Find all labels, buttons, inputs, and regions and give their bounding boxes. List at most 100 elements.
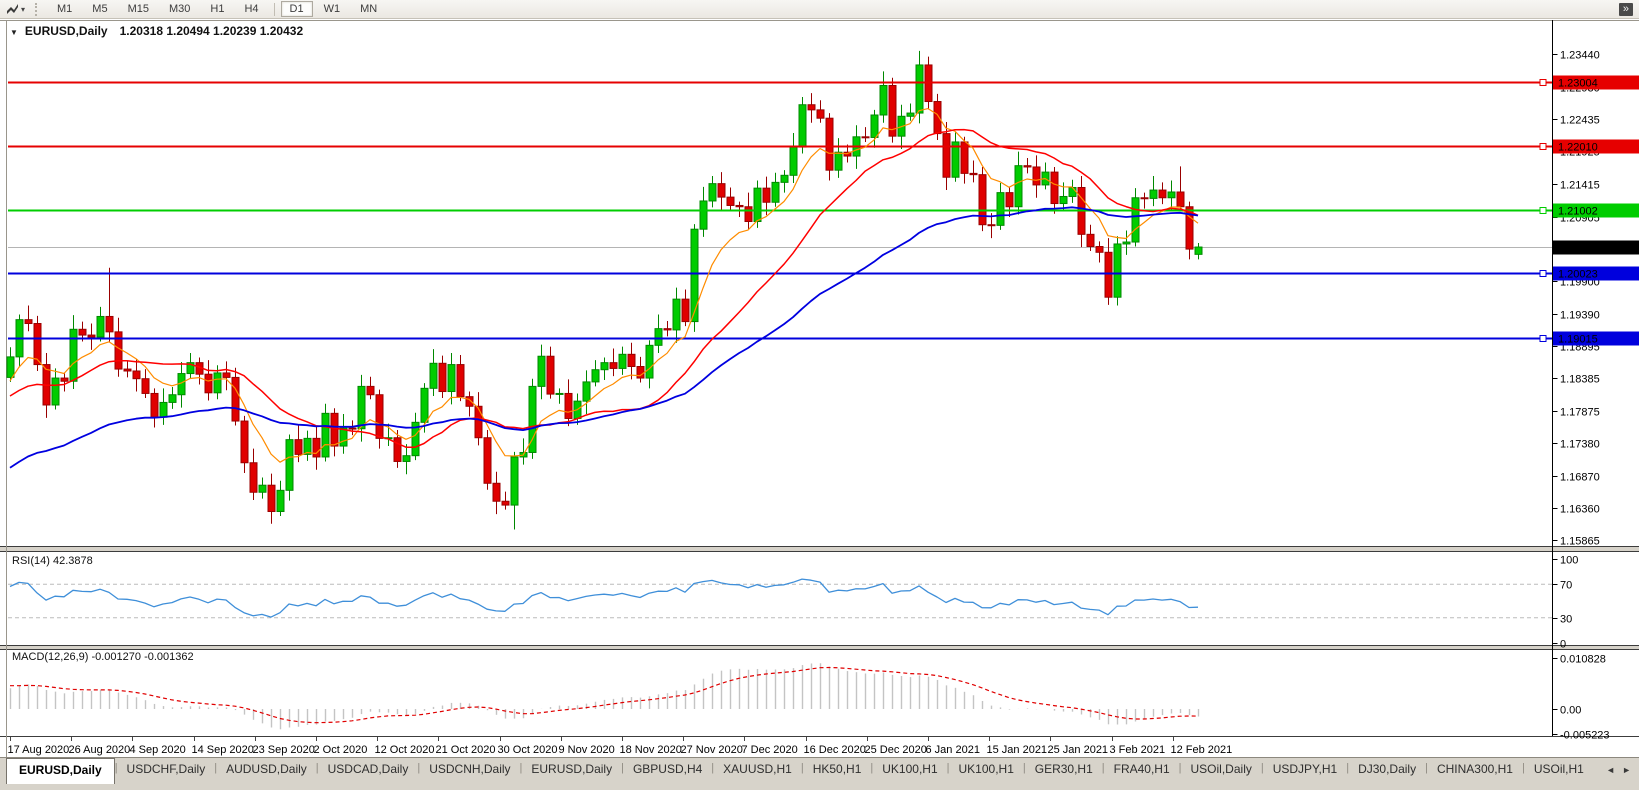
date-tick-label: 23 Sep 2020: [253, 744, 315, 756]
timeframe-button-M5[interactable]: M5: [83, 1, 116, 17]
candle-bullish: [1123, 242, 1130, 244]
chart-tab-USDCAD-Daily[interactable]: USDCAD,Daily: [319, 758, 418, 781]
candle-bearish: [664, 329, 671, 330]
candle-bullish: [673, 299, 680, 330]
chart-tab-HK50-H1[interactable]: HK50,H1: [804, 758, 871, 781]
candle-bearish: [232, 377, 239, 421]
chart-canvas[interactable]: 1.234401.229301.224351.219251.214151.209…: [0, 20, 1639, 757]
date-tick-label: 30 Oct 2020: [498, 744, 558, 756]
candle-bearish: [331, 413, 338, 446]
candle-bearish: [547, 356, 554, 394]
timeframe-button-W1[interactable]: W1: [315, 1, 350, 17]
toolbar-overflow-icon[interactable]: »: [1619, 3, 1633, 16]
candle-bearish: [394, 438, 401, 462]
hline-price-label: 1.20023: [1558, 269, 1598, 281]
candle-bullish: [358, 386, 365, 428]
chart-tab-CHINA300-H1[interactable]: CHINA300,H1: [1428, 758, 1522, 781]
candle-bearish: [142, 379, 149, 394]
candle-bearish: [736, 205, 743, 206]
candle-bullish: [70, 329, 77, 381]
candle-bullish: [601, 363, 608, 370]
chart-tab-USOil-Daily[interactable]: USOil,Daily: [1182, 758, 1261, 781]
chart-tab-EURUSD-Daily[interactable]: EURUSD,Daily: [6, 758, 115, 784]
chart-tab-GER30-H1[interactable]: GER30,H1: [1026, 758, 1102, 781]
chart-tab-UK100-H1[interactable]: UK100,H1: [873, 758, 946, 781]
chart-tab-EURUSD-Daily[interactable]: EURUSD,Daily: [522, 758, 621, 781]
chart-tab-USDCNH-Daily[interactable]: USDCNH,Daily: [420, 758, 519, 781]
candle-bearish: [943, 134, 950, 178]
chart-tab-XAUUSD-H1[interactable]: XAUUSD,H1: [714, 758, 801, 781]
price-tick-label: 1.15865: [1560, 536, 1600, 548]
timeframe-button-H4[interactable]: H4: [235, 1, 267, 17]
candle-bearish: [457, 365, 464, 397]
price-tick-label: 1.22435: [1560, 115, 1600, 127]
timeframe-button-MN[interactable]: MN: [351, 1, 386, 17]
date-tick-label: 9 Nov 2020: [559, 744, 615, 756]
hline-handle[interactable]: [1540, 144, 1546, 150]
hline-price-label: 1.19015: [1558, 334, 1598, 346]
hline-handle[interactable]: [1540, 208, 1546, 214]
candle-bullish: [286, 440, 293, 491]
chart-ohlc-values: 1.20318 1.20494 1.20239 1.20432: [120, 24, 304, 38]
chart-tab-USOil-H1[interactable]: USOil,H1: [1525, 758, 1593, 781]
candle-bearish: [1141, 198, 1148, 199]
candle-bullish: [655, 329, 662, 346]
candle-bullish: [646, 345, 653, 378]
date-tick-label: 21 Oct 2020: [436, 744, 496, 756]
candle-bullish: [700, 201, 707, 229]
chart-tab-FRA40-H1[interactable]: FRA40,H1: [1105, 758, 1179, 781]
tab-scroll-left-icon[interactable]: ◄: [1606, 765, 1615, 775]
date-tick-label: 12 Feb 2021: [1171, 744, 1233, 756]
rsi-label: RSI(14) 42.3878: [12, 555, 93, 567]
macd-label: MACD(12,26,9) -0.001270 -0.001362: [12, 651, 194, 663]
candle-bullish: [160, 402, 167, 417]
candle-bearish: [718, 184, 725, 197]
candle-bearish: [133, 371, 140, 379]
chart-objects-icon-glyph: [6, 3, 19, 15]
rsi-tick-label: 100: [1560, 555, 1578, 567]
date-tick-label: 6 Jan 2021: [926, 744, 980, 756]
price-tick-label: 1.18385: [1560, 374, 1600, 386]
toolbar: ▾ M1M5M15M30H1H4 D1W1MN »: [0, 0, 1639, 19]
timeframe-button-D1[interactable]: D1: [281, 1, 313, 17]
timeframe-button-M1[interactable]: M1: [48, 1, 81, 17]
candle-bullish: [259, 485, 266, 492]
candle-bullish: [790, 147, 797, 175]
chart-tab-AUDUSD-Daily[interactable]: AUDUSD,Daily: [217, 758, 316, 781]
date-tick-label: 27 Nov 2020: [681, 744, 743, 756]
hline-price-label: 1.21002: [1558, 206, 1598, 218]
candle-bearish: [88, 335, 95, 337]
candle-bearish: [970, 173, 977, 174]
candle-bullish: [754, 188, 761, 221]
timeframe-button-M15[interactable]: M15: [119, 1, 158, 17]
candle-bearish: [61, 378, 68, 381]
candle-bearish: [205, 374, 212, 393]
chart-tab-GBPUSD-H4[interactable]: GBPUSD,H4: [624, 758, 711, 781]
candle-bullish: [799, 105, 806, 147]
candle-bearish: [367, 386, 374, 394]
hline-handle[interactable]: [1540, 336, 1546, 342]
candle-bearish: [727, 197, 734, 205]
chart-tab-USDCHF-Daily[interactable]: USDCHF,Daily: [118, 758, 215, 781]
candle-bullish: [448, 365, 455, 392]
chart-objects-icon[interactable]: [4, 2, 20, 16]
hline-handle[interactable]: [1540, 271, 1546, 277]
candle-bearish: [1096, 247, 1103, 253]
price-tick-label: 1.17380: [1560, 439, 1600, 451]
price-tick-label: 1.23440: [1560, 50, 1600, 62]
chart-tab-DJ30-Daily[interactable]: DJ30,Daily: [1349, 758, 1425, 781]
candle-bearish: [241, 421, 248, 463]
tab-scroll-right-icon[interactable]: ►: [1622, 765, 1631, 775]
candle-bearish: [1087, 234, 1094, 246]
candle-bearish: [25, 320, 32, 324]
timeframe-button-H1[interactable]: H1: [201, 1, 233, 17]
candle-bearish: [628, 354, 635, 366]
hline-handle[interactable]: [1540, 80, 1546, 86]
candle-bullish: [322, 413, 329, 457]
chart-tab-USDJPY-H1[interactable]: USDJPY,H1: [1264, 758, 1346, 781]
timeframe-button-M30[interactable]: M30: [160, 1, 199, 17]
chart-objects-dropdown-icon[interactable]: ▾: [21, 5, 25, 14]
window-menu-icon[interactable]: ▼: [10, 28, 18, 37]
chart-tab-UK100-H1[interactable]: UK100,H1: [950, 758, 1023, 781]
date-tick-label: 15 Jan 2021: [987, 744, 1048, 756]
